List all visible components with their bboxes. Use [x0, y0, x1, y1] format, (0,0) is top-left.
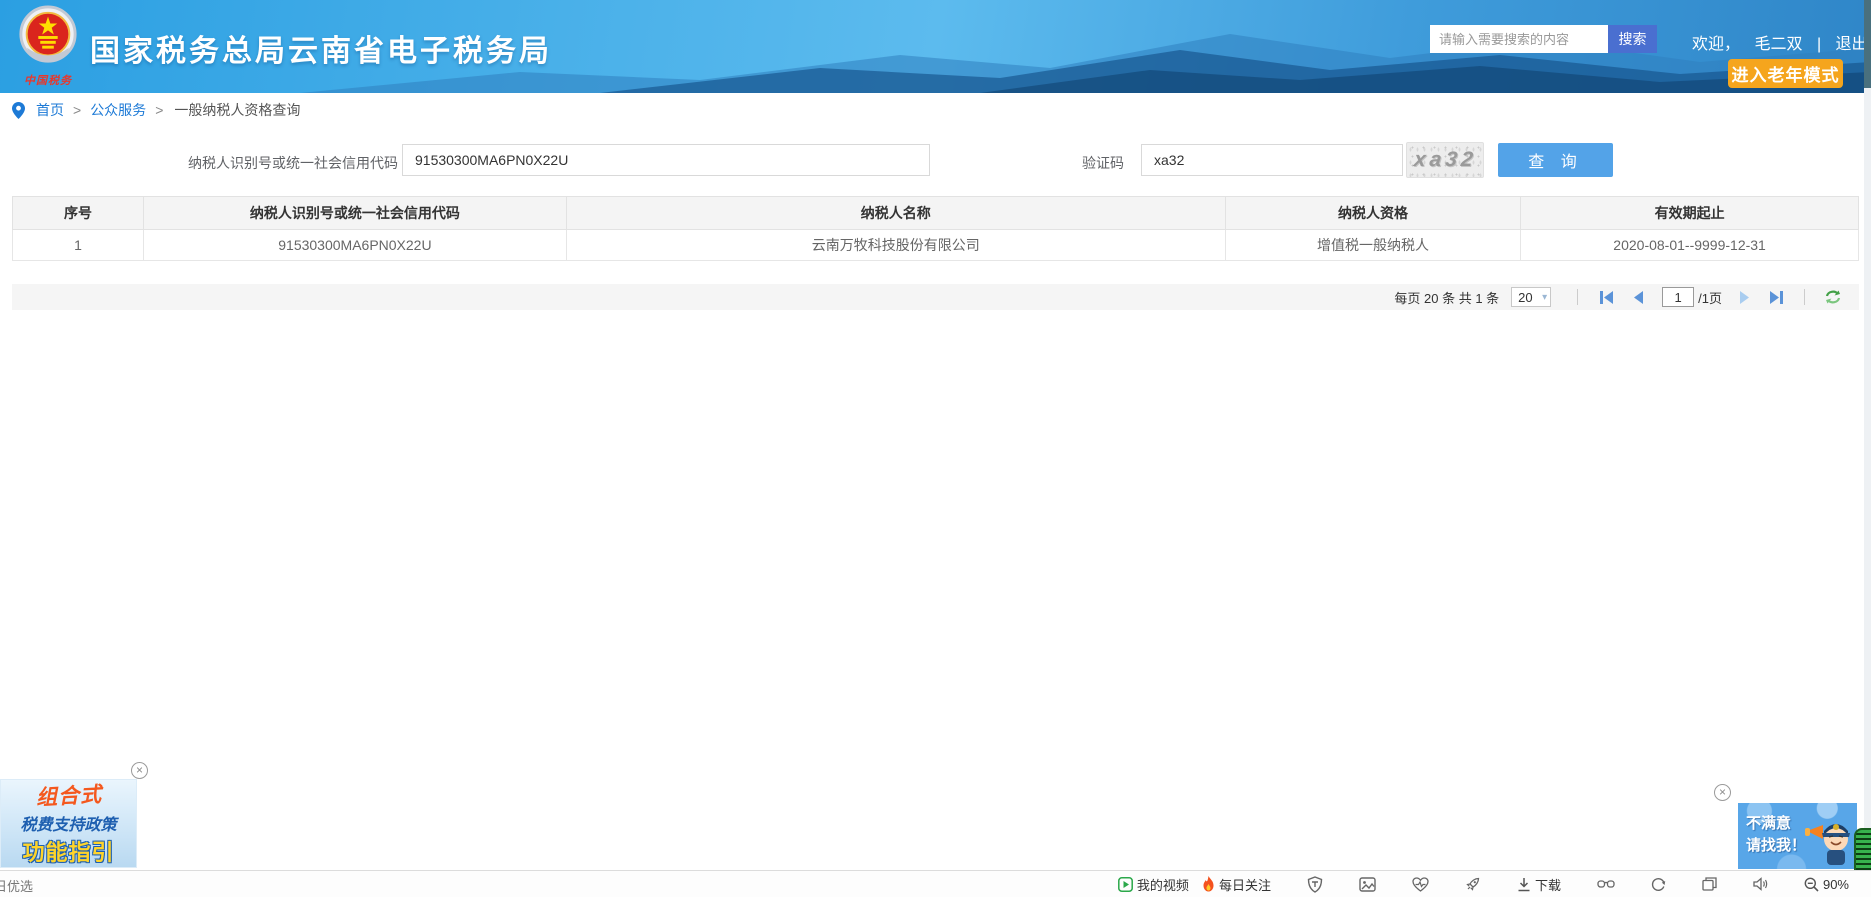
cell-taxpayer-name: 云南万牧科技股份有限公司 [566, 230, 1225, 261]
swirl-icon [1651, 877, 1666, 892]
ad-left-line3: 功能指引 [22, 835, 114, 867]
location-pin-icon [12, 102, 25, 119]
zoom-level-label: 90% [1823, 877, 1849, 892]
page-number-input[interactable] [1662, 287, 1694, 307]
zoom-out-icon [1804, 877, 1819, 892]
prev-page-button[interactable] [1627, 288, 1649, 306]
welcome-divider: | [1817, 36, 1821, 53]
cell-validity-period: 2020-08-01--9999-12-31 [1521, 230, 1859, 261]
close-icon[interactable]: × [131, 762, 148, 779]
col-header-validity-period: 有效期起止 [1521, 197, 1859, 230]
search-button[interactable]: 搜索 [1608, 25, 1657, 53]
national-emblem-icon [17, 5, 79, 69]
heart-pulse-icon [1412, 877, 1429, 892]
col-header-taxpayer-name: 纳税人名称 [566, 197, 1225, 230]
breadcrumb-home[interactable]: 首页 [36, 100, 64, 120]
flame-icon [1202, 876, 1215, 892]
split-screen-button[interactable] [1702, 877, 1717, 891]
query-button[interactable]: 查 询 [1498, 143, 1613, 177]
glasses-icon [1597, 878, 1615, 890]
breadcrumb-separator: > [155, 102, 163, 118]
pagination-summary: 每页 20 条 共 1 条 [1394, 288, 1499, 307]
captcha-image-text: xa32 [1412, 148, 1477, 172]
cell-taxpayer-qualification: 增值税一般纳税人 [1225, 230, 1520, 261]
breadcrumb: 首页 > 公众服务 > 一般纳税人资格查询 [12, 96, 300, 124]
rocket-icon [1465, 876, 1481, 892]
table-header-row: 序号 纳税人识别号或统一社会信用代码 纳税人名称 纳税人资格 有效期起止 [13, 197, 1859, 230]
daily-focus-button[interactable]: 每日关注 [1202, 875, 1271, 894]
cell-taxpayer-id: 91530300MA6PN0X22U [144, 230, 567, 261]
captcha-label: 验证码 [1082, 153, 1124, 173]
mute-button[interactable] [1753, 877, 1768, 891]
page-title: 国家税务总局云南省电子税务局 [90, 26, 552, 70]
photo-icon [1359, 877, 1376, 892]
daily-focus-label: 每日关注 [1219, 875, 1271, 894]
scrollbar-thumb[interactable] [1864, 0, 1871, 88]
breadcrumb-public-services[interactable]: 公众服务 [90, 100, 146, 120]
shield-icon [1307, 876, 1323, 893]
window-restore-icon [1702, 877, 1717, 891]
captcha-image[interactable]: xa32 [1406, 142, 1484, 178]
table-row: 1 91530300MA6PN0X22U 云南万牧科技股份有限公司 增值税一般纳… [13, 230, 1859, 261]
health-mode-button[interactable] [1412, 877, 1429, 892]
pagination-divider [1577, 289, 1578, 305]
col-header-index: 序号 [13, 197, 144, 230]
game-accelerator-button[interactable] [1465, 876, 1481, 892]
result-table: 序号 纳税人识别号或统一社会信用代码 纳税人名称 纳税人资格 有效期起止 1 9… [12, 196, 1859, 261]
refresh-icon[interactable] [1822, 288, 1844, 306]
scrollbar-track[interactable] [1864, 0, 1871, 897]
logout-link[interactable]: 退出 [1836, 36, 1868, 53]
browser-status-bar: 日优选 我的视频 每日关注 [0, 870, 1871, 897]
pagination-divider [1804, 289, 1805, 305]
breadcrumb-separator: > [73, 102, 81, 118]
page-size-value: 20 [1518, 290, 1532, 305]
caret-down-icon: ▾ [1542, 292, 1547, 303]
policy-guide-ad-banner[interactable]: 组合式 税费支持政策 功能指引 [0, 779, 137, 868]
zoom-control[interactable]: 90% [1804, 877, 1849, 892]
taxpayer-id-label: 纳税人识别号或统一社会信用代码 [188, 153, 390, 173]
page-total-label: /1页 [1698, 288, 1722, 307]
cell-index: 1 [13, 230, 144, 261]
ad-left-line2: 税费支持政策 [20, 811, 116, 835]
ad-left-line1: 组合式 [35, 779, 102, 812]
site-header: 中国税务 国家税务总局云南省电子税务局 搜索 欢迎， 毛二双 | 退出 进入老年… [0, 0, 1871, 93]
security-shield-button[interactable] [1307, 876, 1323, 893]
pagination-bar: 每页 20 条 共 1 条 20 ▾ /1页 [12, 284, 1859, 310]
col-header-taxpayer-qualification: 纳税人资格 [1225, 197, 1520, 230]
next-page-button[interactable] [1733, 288, 1755, 306]
breadcrumb-current: 一般纳税人资格查询 [174, 100, 300, 120]
search-input[interactable] [1430, 25, 1608, 53]
my-video-label: 我的视频 [1137, 875, 1189, 894]
tax-officer-cartoon-icon [1803, 809, 1855, 867]
reader-mode-button[interactable] [1597, 878, 1615, 890]
welcome-bar: 欢迎， 毛二双 | 退出 [1692, 30, 1871, 54]
col-header-taxpayer-id: 纳税人识别号或统一社会信用代码 [144, 197, 567, 230]
last-page-button[interactable] [1765, 288, 1787, 306]
mouse-gesture-button[interactable] [1651, 877, 1666, 892]
taxpayer-id-field[interactable] [402, 144, 930, 176]
page-size-select[interactable]: 20 ▾ [1511, 287, 1551, 307]
welcome-text: 欢迎， [1692, 36, 1740, 53]
my-video-button[interactable]: 我的视频 [1118, 875, 1189, 894]
ad-right-line2: 请找我！ [1746, 835, 1806, 857]
speaker-icon [1753, 877, 1768, 891]
username-link[interactable]: 毛二双 [1754, 36, 1802, 53]
play-icon [1118, 877, 1133, 892]
elder-mode-button[interactable]: 进入老年模式 [1728, 59, 1843, 88]
download-label: 下载 [1535, 875, 1561, 894]
first-page-button[interactable] [1595, 288, 1617, 306]
close-icon[interactable]: × [1714, 784, 1731, 801]
image-mode-button[interactable] [1359, 877, 1376, 892]
download-icon [1517, 877, 1531, 892]
tax-bureau-logo: 中国税务 [16, 5, 80, 87]
logo-caption: 中国税务 [16, 72, 80, 88]
ad-right-line1: 不满意 [1746, 813, 1806, 835]
download-button[interactable]: 下载 [1517, 875, 1561, 894]
feedback-ad-banner[interactable]: 不满意 请找我！ [1738, 803, 1857, 869]
captcha-field[interactable] [1141, 144, 1403, 176]
status-left-text: 日优选 [0, 876, 33, 895]
